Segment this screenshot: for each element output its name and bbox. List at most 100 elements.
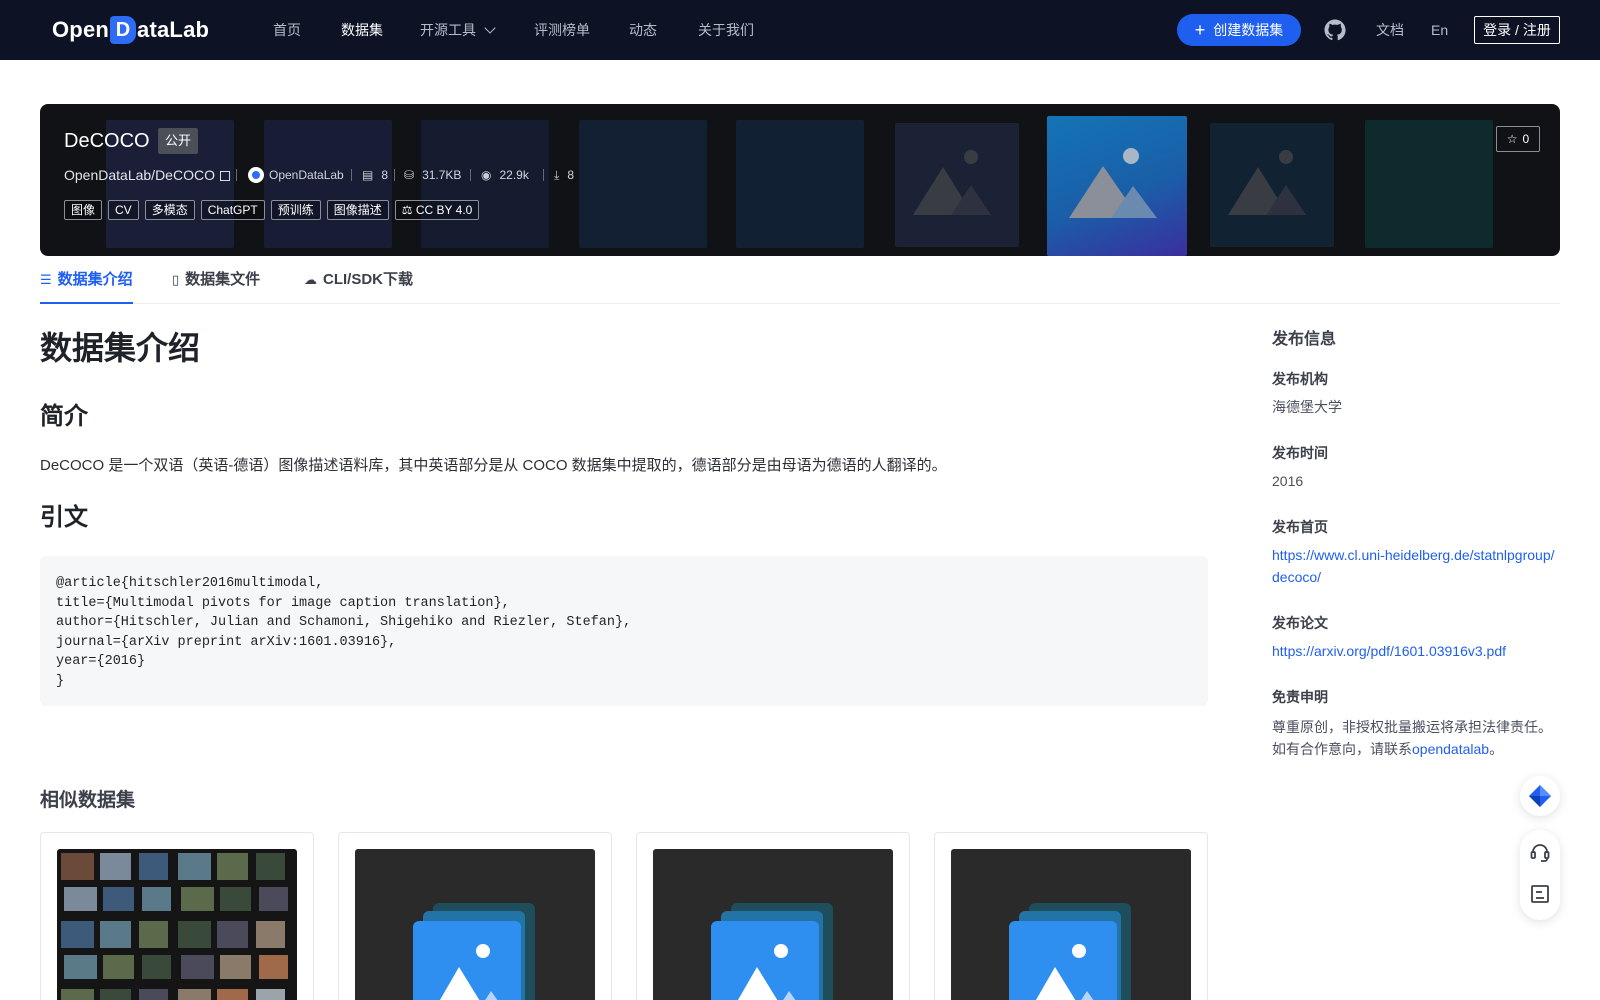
create-dataset-button[interactable]: + 创建数据集: [1177, 14, 1301, 46]
tag[interactable]: 多模态: [144, 200, 195, 220]
banner-thumbnail: [579, 120, 707, 248]
language-switch[interactable]: En: [1431, 20, 1448, 40]
similar-dataset-card[interactable]: [40, 832, 314, 1000]
publish-time-value: 2016: [1272, 473, 1304, 489]
tag[interactable]: CV: [108, 200, 139, 220]
tab-cli-sdk[interactable]: ☁ CLI/SDK下载: [304, 270, 413, 304]
contact-link[interactable]: opendatalab: [1412, 741, 1489, 757]
tag[interactable]: 图像: [64, 200, 103, 220]
tab-dataset-intro[interactable]: ☰ 数据集介绍: [40, 270, 133, 304]
mosaic-tile: [142, 955, 171, 979]
nav-item-home[interactable]: 首页: [273, 20, 301, 40]
view-count: ◉ 22.9k: [481, 166, 529, 184]
dataset-path: OpenDataLab/DeCOCO: [64, 166, 230, 184]
dataset-size-value: 31.7KB: [422, 168, 462, 182]
mosaic-tile: [103, 955, 134, 979]
nav-item-open-tools[interactable]: 开源工具: [420, 20, 496, 40]
publisher-name: OpenDataLab: [269, 168, 344, 182]
mosaic-tile: [220, 955, 251, 979]
tag-list: 图像 CV 多模态 ChatGPT 预训练 图像描述 ⚖ CC BY 4.0: [64, 200, 485, 220]
mosaic-tile: [64, 955, 97, 979]
mosaic-tile: [139, 853, 168, 880]
mosaic-tile: [139, 989, 168, 1000]
mosaic-tile: [259, 955, 288, 979]
assistant-button[interactable]: [1520, 776, 1560, 816]
license-text: CC BY 4.0: [415, 203, 473, 217]
tag[interactable]: ChatGPT: [200, 200, 265, 220]
nav-item-open-tools-label: 开源工具: [420, 22, 476, 38]
plus-icon: +: [1194, 20, 1206, 40]
tag[interactable]: 图像描述: [326, 200, 389, 220]
scale-icon: ⚖: [401, 203, 413, 217]
mosaic-tile: [64, 887, 97, 911]
logo-text-open: Open: [52, 17, 110, 42]
nav-item-datasets[interactable]: 数据集: [341, 20, 383, 40]
paper-url[interactable]: https://arxiv.org/pdf/1601.03916v3.pdf: [1272, 643, 1506, 659]
disclaimer-label: 免责申明: [1272, 689, 1328, 705]
chevron-down-icon: [484, 22, 496, 34]
github-icon[interactable]: [1323, 18, 1347, 42]
download-count: ⤓ 8: [554, 166, 574, 184]
mosaic-tile: [217, 989, 248, 1000]
dataset-tabs: ☰ 数据集介绍 ▯ 数据集文件 ☁ CLI/SDK下载: [40, 258, 1560, 304]
file-count: ▤ 8: [362, 166, 388, 184]
headset-icon[interactable]: [1528, 840, 1552, 864]
similar-dataset-card[interactable]: [636, 832, 910, 1000]
mosaic-tile: [256, 921, 285, 948]
similar-dataset-card[interactable]: [934, 832, 1208, 1000]
image-placeholder-icon: [1009, 903, 1131, 1000]
mosaic-tile: [61, 853, 94, 880]
copy-icon[interactable]: [219, 171, 230, 181]
intro-heading: 简介: [40, 403, 88, 430]
similar-dataset-card[interactable]: [338, 832, 612, 1000]
tab-dataset-files[interactable]: ▯ 数据集文件: [172, 270, 260, 304]
publisher[interactable]: OpenDataLab: [248, 166, 344, 184]
support-actions: [1520, 830, 1560, 920]
nav-item-news[interactable]: 动态: [629, 20, 657, 40]
banner-thumbnail: [895, 123, 1019, 247]
docs-link[interactable]: 文档: [1376, 20, 1404, 40]
dataset-banner: DeCOCO 公开 OpenDataLab/DeCOCO OpenDataLab…: [40, 104, 1560, 256]
logo-d-mark: D: [110, 16, 137, 44]
top-navbar: Open D ataLab 首页 数据集 开源工具 评测榜单 动态 关于我们 +…: [0, 0, 1600, 60]
image-placeholder-icon: [1069, 148, 1157, 218]
citation-code-block[interactable]: @article{hitschler2016multimodal, title=…: [40, 556, 1208, 706]
mosaic-tile: [100, 921, 131, 948]
disclaimer-suffix: 。: [1489, 741, 1504, 757]
mosaic-tile: [61, 921, 94, 948]
login-register-button[interactable]: 登录 / 注册: [1474, 16, 1560, 44]
file-icon: ▤: [362, 168, 374, 182]
download-count-value: 8: [567, 168, 574, 182]
divider: [470, 169, 471, 181]
divider: [351, 169, 352, 181]
nav-item-leaderboard[interactable]: 评测榜单: [534, 20, 590, 40]
intro-text: DeCOCO 是一个双语（英语-德语）图像描述语料库，其中英语部分是从 COCO…: [40, 457, 947, 474]
star-button[interactable]: ☆ 0: [1496, 126, 1540, 152]
cloud-download-icon: ☁: [304, 272, 317, 287]
license-tag[interactable]: ⚖ CC BY 4.0: [394, 200, 480, 220]
divider: [394, 169, 395, 181]
dataset-size: ⛁ 31.7KB: [404, 166, 461, 184]
mosaic-tile: [178, 921, 211, 948]
nav-item-about[interactable]: 关于我们: [698, 20, 754, 40]
mosaic-tile: [100, 853, 131, 880]
publisher-org-value: 海德堡大学: [1272, 399, 1342, 415]
publish-time-label: 发布时间: [1272, 445, 1328, 461]
mosaic-tile: [217, 921, 248, 948]
page-title: 数据集介绍: [40, 330, 201, 366]
homepage-url[interactable]: https://www.cl.uni-heidelberg.de/statnlp…: [1272, 547, 1555, 585]
mosaic-tile: [100, 989, 131, 1000]
mosaic-tile: [181, 887, 214, 911]
feedback-edit-icon[interactable]: [1528, 882, 1552, 906]
image-mosaic: [61, 853, 288, 1000]
paper-link[interactable]: https://arxiv.org/pdf/1601.03916v3.pdf: [1272, 640, 1562, 662]
homepage-link[interactable]: https://www.cl.uni-heidelberg.de/statnlp…: [1272, 544, 1562, 588]
banner-thumbnail: [736, 120, 864, 248]
tag[interactable]: 预训练: [270, 200, 321, 220]
mosaic-tile: [139, 921, 168, 948]
create-dataset-label: 创建数据集: [1213, 22, 1284, 38]
dataset-path-text: OpenDataLab/DeCOCO: [64, 167, 215, 183]
banner-thumbnail-featured: [1047, 116, 1187, 256]
image-placeholder-icon: [913, 150, 991, 215]
opendatalab-logo[interactable]: Open D ataLab: [52, 15, 209, 45]
